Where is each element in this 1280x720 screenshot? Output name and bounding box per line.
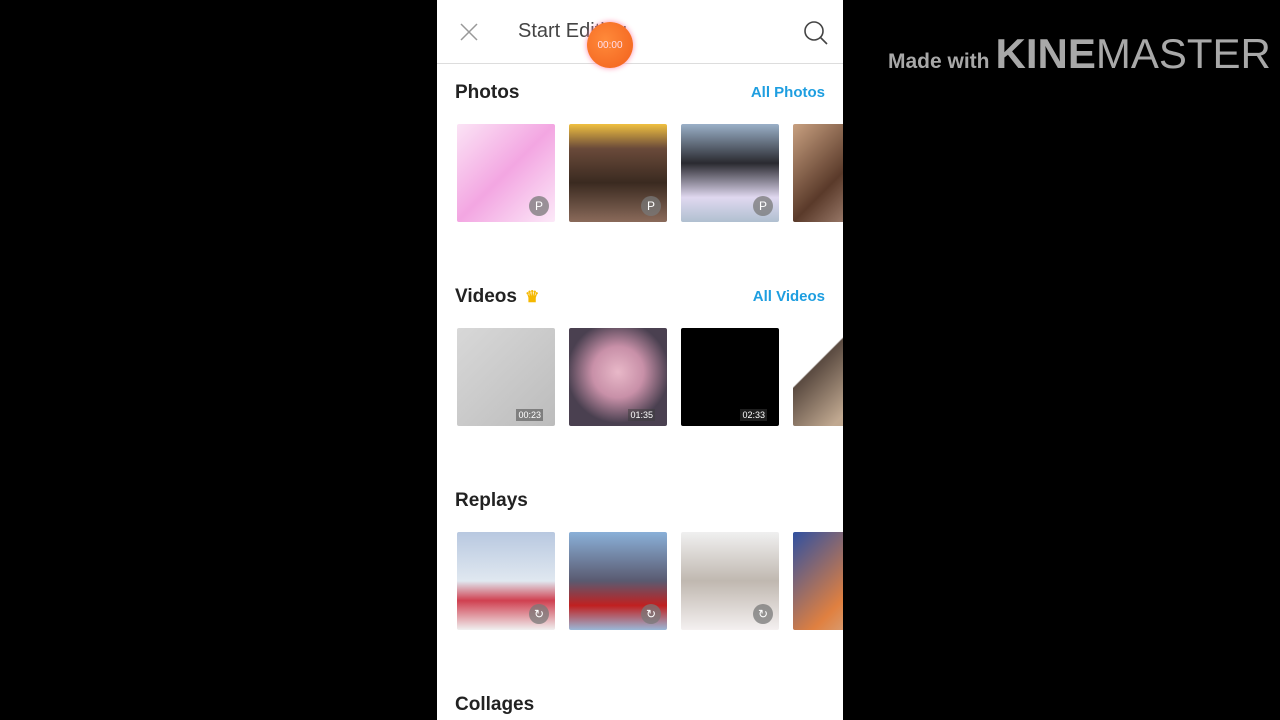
replay-thumbnail[interactable] <box>793 532 843 630</box>
replay-icon: ↻ <box>529 604 549 624</box>
videos-heading: Videos ♛ <box>455 286 539 308</box>
replay-thumbnail[interactable]: ↻ <box>681 532 779 630</box>
all-videos-link[interactable]: All Videos <box>753 288 825 305</box>
watermark-brand-light: MASTER <box>1095 30 1271 77</box>
video-thumbnail[interactable]: 00:23 <box>457 328 555 426</box>
kinemaster-watermark: Made with KINEMASTER <box>888 30 1271 78</box>
app-screen: Start Editing 00:00 Photos All Photos P … <box>437 0 843 720</box>
replays-row: ↻ ↻ ↻ <box>457 532 843 630</box>
video-duration: 02:33 <box>740 409 767 421</box>
video-duration: 01:35 <box>628 409 655 421</box>
picsart-icon: P <box>641 196 661 216</box>
top-bar: Start Editing 00:00 <box>437 0 843 68</box>
replay-icon: ↻ <box>753 604 773 624</box>
recording-timer[interactable]: 00:00 <box>587 22 633 68</box>
picsart-icon: P <box>753 196 773 216</box>
close-icon[interactable] <box>457 20 481 44</box>
video-thumbnail[interactable] <box>793 328 843 426</box>
video-thumbnail[interactable]: 02:33 <box>681 328 779 426</box>
photos-row: P P P <box>457 124 843 222</box>
videos-title: Videos <box>455 286 517 307</box>
photo-thumbnail[interactable] <box>793 124 843 222</box>
videos-row: 00:23 01:35 02:33 <box>457 328 843 426</box>
collages-heading: Collages <box>455 694 535 715</box>
video-thumbnail[interactable]: 01:35 <box>569 328 667 426</box>
replay-thumbnail[interactable]: ↻ <box>569 532 667 630</box>
crown-icon: ♛ <box>524 289 540 306</box>
all-photos-link[interactable]: All Photos <box>751 84 825 101</box>
replay-icon: ↻ <box>641 604 661 624</box>
photo-thumbnail[interactable]: P <box>457 124 555 222</box>
video-duration: 00:23 <box>516 409 543 421</box>
watermark-made-with: Made with <box>888 50 990 73</box>
photo-thumbnail[interactable]: P <box>681 124 779 222</box>
replays-heading: Replays <box>455 490 528 511</box>
photos-heading: Photos <box>455 82 520 103</box>
picsart-icon: P <box>529 196 549 216</box>
photo-thumbnail[interactable]: P <box>569 124 667 222</box>
search-icon[interactable] <box>803 20 829 46</box>
replay-thumbnail[interactable]: ↻ <box>457 532 555 630</box>
watermark-brand-bold: KINE <box>995 30 1096 77</box>
